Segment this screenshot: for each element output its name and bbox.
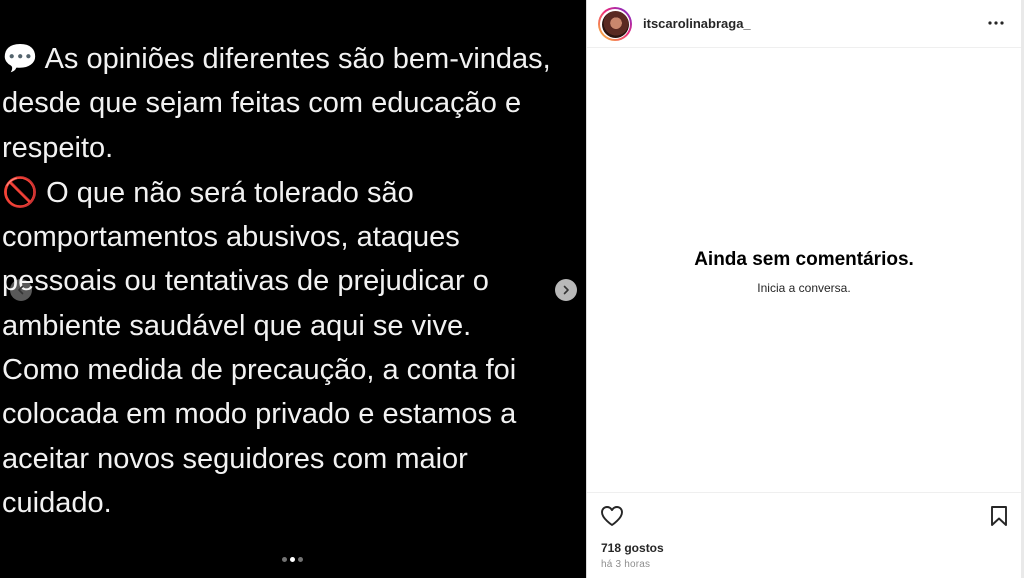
post-text: 💬 As opiniões diferentes são bem-vindas,… bbox=[2, 36, 586, 525]
post-text-content: ambiente saudável que aqui se vive. bbox=[2, 309, 472, 342]
post-text-line: respeito. bbox=[2, 126, 586, 170]
post-text-line: pessoais ou tentativas de prejudicar o bbox=[2, 259, 586, 303]
post-text-line: comportamentos abusivos, ataques bbox=[2, 215, 586, 259]
post-text-line: desde que sejam feitas com educação e bbox=[2, 81, 586, 125]
post-text-content: pessoais ou tentativas de prejudicar o bbox=[2, 265, 489, 298]
more-options-icon[interactable] bbox=[986, 15, 1006, 31]
previous-slide-button[interactable] bbox=[10, 279, 32, 301]
post-text-line: colocada em modo privado e estamos a bbox=[2, 392, 586, 436]
post-text-line: Como medida de precaução, a conta foi bbox=[2, 348, 586, 392]
post-media: 💬 As opiniões diferentes são bem-vindas,… bbox=[0, 0, 586, 578]
likes-count[interactable]: 718 gostos bbox=[601, 541, 664, 555]
post-text-content: aceitar novos seguidores com maior bbox=[2, 442, 468, 475]
carousel-dot bbox=[298, 557, 303, 562]
empty-comments-subtitle: Inicia a conversa. bbox=[757, 281, 851, 295]
post-header: itscarolinabraga_ bbox=[587, 0, 1021, 48]
post-text-content: As opiniões diferentes são bem-vindas, bbox=[38, 43, 551, 75]
carousel-indicator bbox=[282, 557, 303, 562]
post-text-content: respeito. bbox=[2, 131, 114, 164]
avatar-frame bbox=[600, 9, 630, 39]
post-text-content: desde que sejam feitas com educação e bbox=[2, 87, 522, 120]
post-text-line: 💬 As opiniões diferentes são bem-vindas, bbox=[2, 36, 586, 81]
bookmark-icon[interactable] bbox=[989, 505, 1009, 527]
post-text-line: ambiente saudável que aqui se vive. bbox=[2, 304, 586, 348]
speech-bubble-emoji: 💬 bbox=[2, 41, 39, 75]
divider bbox=[587, 492, 1021, 493]
post-text-content: comportamentos abusivos, ataques bbox=[2, 221, 460, 254]
post-text-line: cuidado. bbox=[2, 481, 586, 525]
post-text-line: 🚫 O que não será tolerado são bbox=[2, 170, 586, 215]
post-text-line: aceitar novos seguidores com maior bbox=[2, 437, 586, 481]
post-text-content: O que não será tolerado são bbox=[38, 176, 414, 209]
chevron-left-icon bbox=[18, 285, 24, 295]
avatar[interactable] bbox=[598, 7, 632, 41]
post-text-content: Como medida de precaução, a conta foi bbox=[2, 354, 517, 387]
carousel-dot bbox=[290, 557, 295, 562]
heart-icon[interactable] bbox=[600, 505, 624, 527]
avatar-image bbox=[601, 10, 629, 38]
chevron-right-icon bbox=[563, 285, 569, 295]
carousel-dot bbox=[282, 557, 287, 562]
post-details-panel: itscarolinabraga_ Ainda sem comentários.… bbox=[587, 0, 1021, 578]
prohibited-emoji: 🚫 bbox=[2, 174, 39, 209]
post-text-content: colocada em modo privado e estamos a bbox=[2, 398, 517, 431]
post-timestamp: há 3 horas bbox=[601, 559, 651, 570]
post-text-content: cuidado. bbox=[2, 486, 112, 519]
empty-comments-title: Ainda sem comentários. bbox=[694, 249, 914, 270]
next-slide-button[interactable] bbox=[555, 279, 577, 301]
username-link[interactable]: itscarolinabraga_ bbox=[643, 16, 751, 31]
